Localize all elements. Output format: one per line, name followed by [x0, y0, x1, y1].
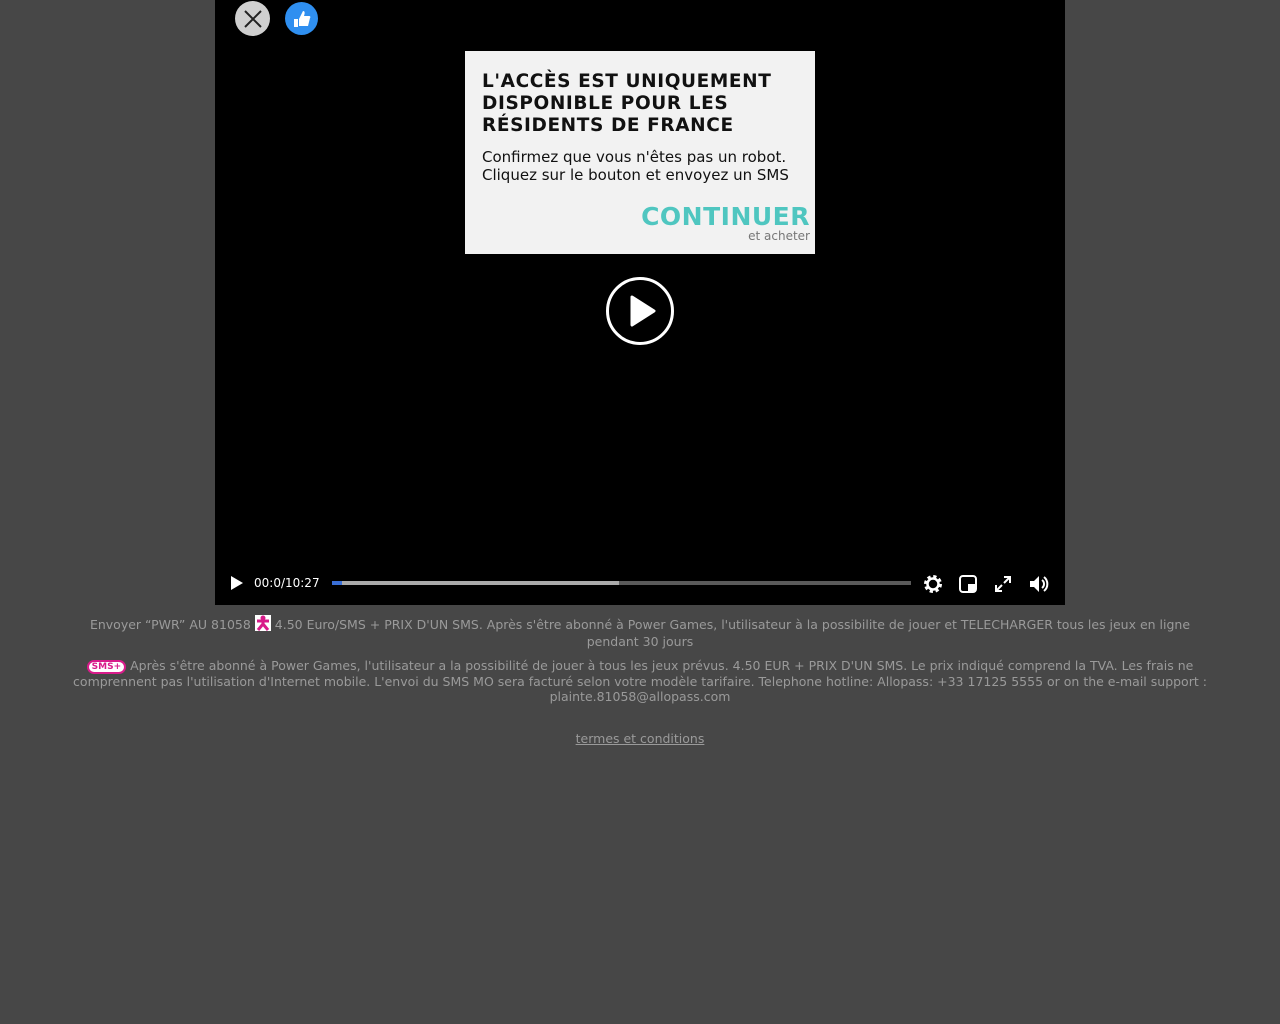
dialog-body: Confirmez que vous n'êtes pas un robot. … [482, 148, 789, 184]
footer-line1-start: Envoyer “PWR” AU 81058 [89, 617, 251, 632]
picture-in-picture-icon[interactable] [957, 573, 979, 595]
control-bar: 00:0/10:27 [215, 568, 1065, 598]
sms-plus-logo: SMS+ [86, 659, 127, 674]
video-player[interactable]: L'ACCÈS EST UNIQUEMENT DISPONIBLE POUR L… [215, 0, 1065, 605]
sms-person-icon [254, 614, 271, 631]
like-button[interactable] [285, 2, 318, 35]
volume-icon[interactable] [1028, 573, 1050, 595]
play-icon [630, 295, 656, 327]
continue-button[interactable]: CONTINUER [641, 202, 810, 231]
play-icon[interactable] [227, 573, 249, 595]
progress-bar[interactable] [332, 581, 911, 585]
access-dialog: L'ACCÈS EST UNIQUEMENT DISPONIBLE POUR L… [465, 51, 815, 254]
footer-line1-end: 4.50 Euro/SMS + PRIX D'UN SMS. Après s'ê… [274, 617, 1191, 649]
footer-line2: Après s'être abonné à Power Games, l'uti… [73, 658, 1207, 704]
terms-link[interactable]: termes et conditions [576, 731, 705, 747]
dialog-title: L'ACCÈS EST UNIQUEMENT DISPONIBLE POUR L… [482, 71, 772, 136]
played-bar [332, 581, 342, 585]
time-display: 00:0/10:27 [254, 576, 320, 590]
legal-footer: Envoyer “PWR” AU 81058 4.50 Euro/SMS + P… [70, 614, 1210, 747]
buffered-bar [332, 581, 620, 585]
fullscreen-icon[interactable] [992, 573, 1014, 595]
settings-gear-icon[interactable] [922, 573, 944, 595]
close-button[interactable] [235, 1, 270, 36]
close-icon [243, 9, 262, 28]
thumbs-up-icon [293, 10, 310, 27]
big-play-button[interactable] [606, 277, 674, 345]
continue-sub-label: et acheter [748, 229, 810, 243]
